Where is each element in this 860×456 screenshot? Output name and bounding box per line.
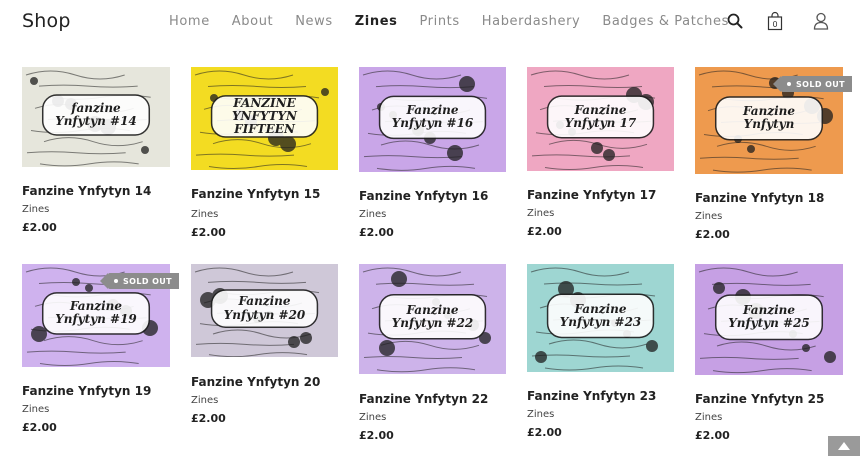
product-price: £2.00 xyxy=(191,412,226,425)
shopping-bag-icon[interactable]: 0 xyxy=(764,10,786,32)
sold-out-badge: SOLD OUT xyxy=(772,76,853,92)
cover-art-text: FANZINE YNFYTYN FIFTEEN xyxy=(231,95,298,137)
cover-art-text: fanzine Ynfytyn #14 xyxy=(55,100,137,128)
cover-art-text: Fanzine Ynfytyn #20 xyxy=(223,294,306,322)
product-category: Zines xyxy=(527,208,555,219)
nav-news[interactable]: News xyxy=(295,14,333,29)
shop-logo[interactable]: Shop xyxy=(22,10,71,32)
product-title[interactable]: Fanzine Ynfytyn 18 xyxy=(695,191,824,205)
product-category: Zines xyxy=(191,209,219,220)
cover-art-text: Fanzine Ynfytyn 17 xyxy=(564,102,637,130)
product-title[interactable]: Fanzine Ynfytyn 22 xyxy=(359,392,488,406)
nav-badges-patches[interactable]: Badges & Patches xyxy=(602,14,729,29)
product-category: Zines xyxy=(527,409,555,420)
cover-art-text: Fanzine Ynfytyn #16 xyxy=(391,103,474,131)
search-icon[interactable] xyxy=(724,10,746,32)
product-price: £2.00 xyxy=(22,421,57,434)
product-category: Zines xyxy=(359,209,387,220)
product-title[interactable]: Fanzine Ynfytyn 25 xyxy=(695,392,824,406)
product-price: £2.00 xyxy=(695,429,730,442)
badge-dot-icon xyxy=(114,279,118,283)
product-category: Zines xyxy=(191,395,219,406)
product-title[interactable]: Fanzine Ynfytyn 16 xyxy=(359,189,488,203)
product-price: £2.00 xyxy=(359,226,394,239)
product-price: £2.00 xyxy=(695,228,730,241)
cover-art-text: Fanzine Ynfytyn #19 xyxy=(55,299,137,327)
main-nav: Home About News Zines Prints Haberdasher… xyxy=(169,14,751,29)
cover-art-text: Fanzine Ynfytyn #25 xyxy=(728,303,810,331)
product-thumbnail[interactable]: Fanzine Ynfytyn #23 xyxy=(527,264,674,372)
product-thumbnail[interactable]: Fanzine Ynfytyn #16 xyxy=(359,67,506,172)
product-category: Zines xyxy=(22,204,50,215)
product-category: Zines xyxy=(695,412,723,423)
product-price: £2.00 xyxy=(527,225,562,238)
user-icon[interactable] xyxy=(810,10,832,32)
cover-art-text: Fanzine Ynfytyn #23 xyxy=(559,301,642,329)
product-price: £2.00 xyxy=(191,226,226,239)
product-thumbnail[interactable]: Fanzine Ynfytyn 17 xyxy=(527,67,674,171)
back-to-top-button[interactable] xyxy=(828,436,860,456)
sold-out-badge: SOLD OUT xyxy=(99,273,180,289)
product-thumbnail[interactable]: FANZINE YNFYTYN FIFTEEN xyxy=(191,67,338,170)
product-title[interactable]: Fanzine Ynfytyn 17 xyxy=(527,188,656,202)
product-thumbnail[interactable]: Fanzine Ynfytyn #22 xyxy=(359,264,506,374)
product-thumbnail[interactable]: Fanzine Ynfytyn #20 xyxy=(191,264,338,357)
product-category: Zines xyxy=(359,412,387,423)
nav-prints[interactable]: Prints xyxy=(419,14,459,29)
sold-out-label: SOLD OUT xyxy=(796,79,846,89)
product-price: £2.00 xyxy=(359,429,394,442)
product-category: Zines xyxy=(22,404,50,415)
nav-about[interactable]: About xyxy=(232,14,273,29)
badge-dot-icon xyxy=(787,82,791,86)
cart-count: 0 xyxy=(772,20,777,29)
product-title[interactable]: Fanzine Ynfytyn 14 xyxy=(22,184,151,198)
product-title[interactable]: Fanzine Ynfytyn 15 xyxy=(191,187,320,201)
product-price: £2.00 xyxy=(22,221,57,234)
product-thumbnail[interactable]: fanzine Ynfytyn #14 xyxy=(22,67,170,167)
nav-zines[interactable]: Zines xyxy=(355,14,398,29)
product-title[interactable]: Fanzine Ynfytyn 19 xyxy=(22,384,151,398)
cover-art-text: Fanzine Ynfytyn xyxy=(742,104,796,132)
nav-haberdashery[interactable]: Haberdashery xyxy=(482,14,581,29)
product-title[interactable]: Fanzine Ynfytyn 20 xyxy=(191,375,320,389)
product-title[interactable]: Fanzine Ynfytyn 23 xyxy=(527,389,656,403)
sold-out-label: SOLD OUT xyxy=(123,276,173,286)
product-thumbnail[interactable]: Fanzine Ynfytyn #25 xyxy=(695,264,843,375)
site-header: Shop Home About News Zines Prints Haberd… xyxy=(0,0,860,44)
product-category: Zines xyxy=(695,211,723,222)
cover-art-text: Fanzine Ynfytyn #22 xyxy=(391,302,474,330)
nav-home[interactable]: Home xyxy=(169,14,210,29)
product-price: £2.00 xyxy=(527,426,562,439)
